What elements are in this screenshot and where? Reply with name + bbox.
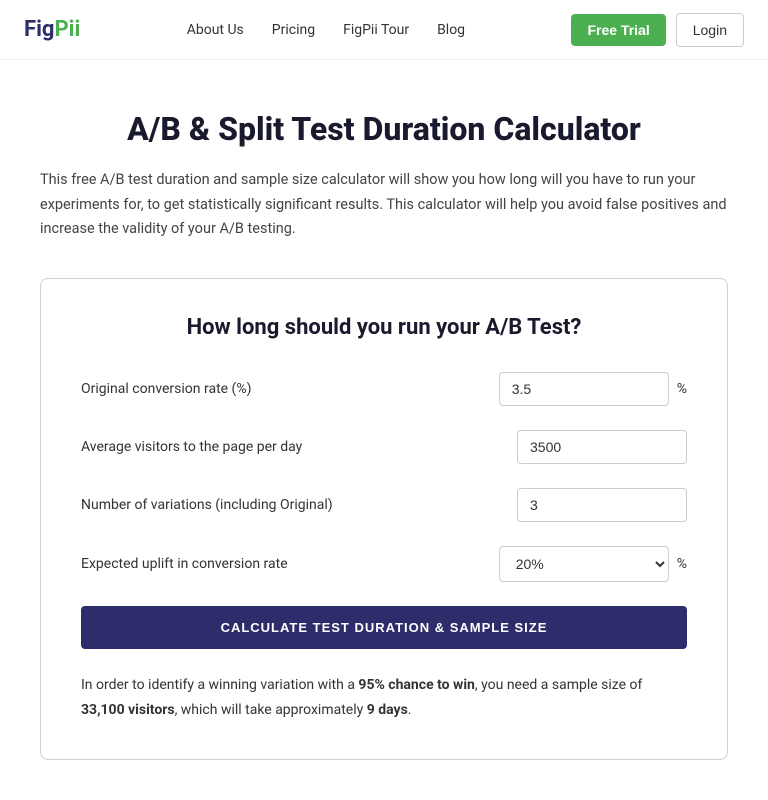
input-group-conversion: % [499,372,687,406]
form-row-visitors: Average visitors to the page per day [81,430,687,464]
form-row-variations: Number of variations (including Original… [81,488,687,522]
input-variations[interactable] [517,488,687,522]
result-sample-size: 33,100 visitors [81,702,175,718]
input-group-uplift: 5% 10% 15% 20% 25% 30% 35% 40% 45% 50% % [499,546,687,582]
input-group-visitors [517,430,687,464]
login-button[interactable]: Login [676,13,744,47]
calculate-button[interactable]: CALCULATE TEST DURATION & SAMPLE SIZE [81,606,687,649]
input-visitors[interactable] [517,430,687,464]
result-duration: 9 days [367,702,408,718]
label-uplift: Expected uplift in conversion rate [81,556,341,572]
input-group-variations [517,488,687,522]
select-uplift[interactable]: 5% 10% 15% 20% 25% 30% 35% 40% 45% 50% [499,546,669,582]
nav-about[interactable]: About Us [187,22,244,38]
main-content: A/B & Split Test Duration Calculator Thi… [0,60,768,800]
logo: FigPii [24,17,80,42]
nav-tour[interactable]: FigPii Tour [343,22,409,38]
label-visitors: Average visitors to the page per day [81,439,341,455]
logo-pii: Pii [54,17,80,42]
free-trial-button[interactable]: Free Trial [571,14,665,46]
label-conversion-rate: Original conversion rate (%) [81,381,341,397]
calculator-card: How long should you run your A/B Test? O… [40,278,728,760]
nav-blog[interactable]: Blog [437,22,465,38]
result-prefix: In order to identify a winning variation… [81,677,358,693]
form-row-uplift: Expected uplift in conversion rate 5% 10… [81,546,687,582]
result-end: . [408,702,412,718]
card-title: How long should you run your A/B Test? [81,315,687,340]
unit-conversion: % [677,381,687,397]
result-text: In order to identify a winning variation… [81,673,687,723]
nav-buttons: Free Trial Login [571,13,744,47]
navbar: FigPii About Us Pricing FigPii Tour Blog… [0,0,768,60]
input-conversion-rate[interactable] [499,372,669,406]
result-suffix: , which will take approximately [175,702,367,718]
label-variations: Number of variations (including Original… [81,497,341,513]
result-middle: , you need a sample size of [475,677,642,693]
page-title: A/B & Split Test Duration Calculator [40,110,728,148]
logo-fig: Fig [24,17,54,42]
unit-uplift: % [677,556,687,572]
nav-links: About Us Pricing FigPii Tour Blog [187,22,465,38]
result-chance: 95% chance to win [358,677,474,693]
page-description: This free A/B test duration and sample s… [40,168,728,242]
nav-pricing[interactable]: Pricing [272,22,315,38]
form-row-conversion: Original conversion rate (%) % [81,372,687,406]
